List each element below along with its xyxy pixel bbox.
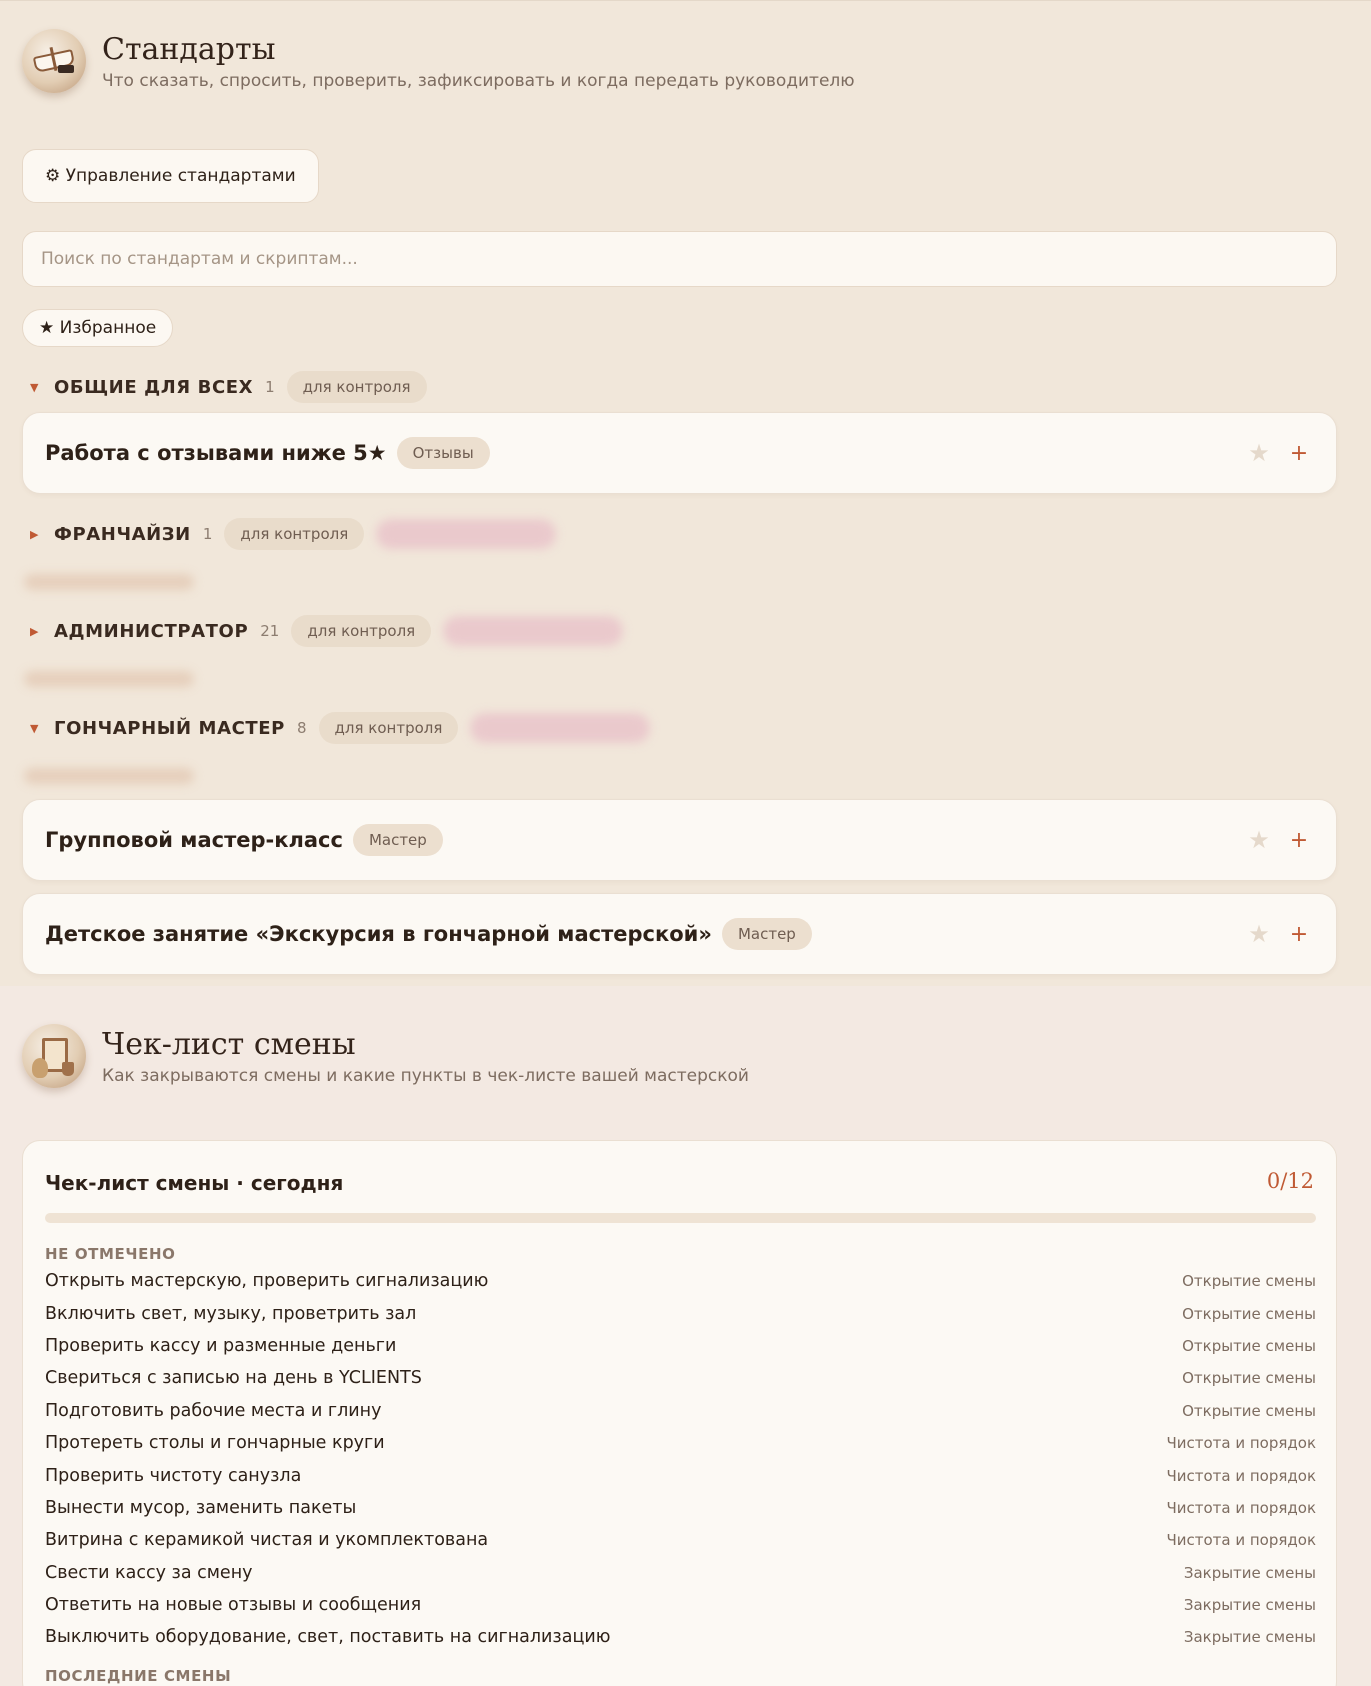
checklist-item[interactable]: Протереть столы и гончарные круги Чистота… [45,1427,1316,1459]
blurred-text [24,671,194,687]
standard-card[interactable]: Работа с отзывами ниже 5★ Отзывы ★ + [22,412,1337,494]
caret-right-icon: ▶ [30,624,39,638]
checklist-items: Открыть мастерскую, проверить сигнализац… [45,1265,1316,1654]
checklist-item-category: Чистота и порядок [1166,1434,1316,1453]
card-tag: Мастер [352,824,443,856]
standards-section: Стандарты Что сказать, спросить, провери… [0,0,1371,986]
group-count: 8 [296,719,307,737]
card-title: Работа с отзывами ниже 5★ [45,441,387,465]
add-icon[interactable]: + [1284,828,1314,853]
checklist-item[interactable]: Подготовить рабочие места и глину Открыти… [45,1395,1316,1427]
checklist-item-text: Свести кассу за смену [45,1562,253,1583]
control-tag: для контроля [291,615,432,647]
add-icon[interactable]: + [1284,922,1314,947]
checklist-item-category: Закрытие смены [1183,1563,1316,1582]
card-title: Детское занятие «Экскурсия в гончарной м… [45,922,712,946]
group-header-common[interactable]: ▼ ОБЩИЕ ДЛЯ ВСЕХ 1 для контроля [22,370,427,404]
blurred-text [24,574,194,590]
checklist-item-category: Чистота и порядок [1166,1498,1316,1517]
checklist-item-category: Чистота и порядок [1166,1466,1316,1485]
checklist-item[interactable]: Выключить оборудование, свет, поставить … [45,1621,1316,1653]
blurred-badge [470,713,651,743]
checklist-item[interactable]: Включить свет, музыку, проветрить зал Отк… [45,1297,1316,1329]
control-tag: для контроля [224,518,365,550]
standard-card[interactable]: Детское занятие «Экскурсия в гончарной м… [22,893,1337,975]
checklist-item-category: Открытие смены [1182,1401,1316,1420]
checklist-item[interactable]: Вынести мусор, заменить пакеты Чистота и … [45,1492,1316,1524]
group-name: ОБЩИЕ ДЛЯ ВСЕХ [54,376,254,398]
checklist-item-text: Вынести мусор, заменить пакеты [45,1497,357,1518]
checklist-item-text: Витрина с керамикой чистая и укомплектов… [45,1530,489,1551]
section-subtitle: Как закрываются смены и какие пункты в ч… [102,1066,749,1086]
group-name: ГОНЧАРНЫЙ МАСТЕР [54,717,285,739]
group-header-franchise[interactable]: ▶ ФРАНЧАЙЗИ 1 для контроля [22,517,557,551]
checklist-item-category: Открытие смены [1182,1369,1316,1388]
recent-shifts-label: ПОСЛЕДНИЕ СМЕНЫ [45,1667,232,1685]
caret-right-icon: ▶ [30,527,39,541]
checklist-item-text: Протереть столы и гончарные круги [45,1433,385,1454]
group-count: 1 [265,378,275,396]
card-tag: Мастер [721,918,812,950]
standard-card[interactable]: Групповой мастер-класс Мастер ★ + [22,799,1337,881]
control-tag: для контроля [318,712,459,744]
checklist-item[interactable]: Ответить на новые отзывы и сообщения Закр… [45,1589,1316,1621]
manage-standards-button[interactable]: ⚙ Управление стандартами [22,149,319,203]
checklist-progress-count: 0/12 [1266,1169,1314,1193]
group-header-pottery-master[interactable]: ▼ ГОНЧАРНЫЙ МАСТЕР 8 для контроля [22,711,651,745]
blurred-badge [376,519,557,549]
checklist-item[interactable]: Витрина с керамикой чистая и укомплектов… [45,1524,1316,1556]
checklist-item-category: Открытие смены [1182,1272,1316,1291]
group-count: 1 [202,525,213,543]
checklist-item-text: Проверить чистоту санузла [45,1465,302,1486]
group-count: 21 [260,622,280,640]
checklist-item[interactable]: Свести кассу за смену Закрытие смены [45,1557,1316,1589]
blurred-badge [443,616,624,646]
checklist-item-text: Свериться с записью на день в YCLIENTS [45,1368,422,1389]
favorites-button[interactable]: ★ Избранное [22,309,174,347]
checklist-item-text: Открыть мастерскую, проверить сигнализац… [45,1271,489,1292]
caret-down-icon: ▼ [30,380,39,394]
favorite-star-icon[interactable]: ★ [1244,826,1274,854]
checklist-frame-icon [22,1024,86,1088]
page-title: Стандарты [102,32,276,67]
page-subtitle: Что сказать, спросить, проверить, зафикс… [102,71,855,91]
card-tag: Отзывы [396,437,490,469]
page: Стандарты Что сказать, спросить, провери… [0,0,1371,1686]
section-title: Чек-лист смены [102,1027,356,1062]
checklist-item[interactable]: Свериться с записью на день в YCLIENTS От… [45,1362,1316,1394]
standards-book-icon [22,29,86,93]
checklist-title: Чек-лист смены · сегодня [45,1171,344,1195]
checklist-item-text: Включить свет, музыку, проветрить зал [45,1303,417,1324]
favorite-star-icon[interactable]: ★ [1244,439,1274,467]
search-input[interactable] [22,231,1337,287]
standards-header: Стандарты Что сказать, спросить, провери… [22,29,855,93]
checklist-item-category: Открытие смены [1182,1336,1316,1355]
checklist-item-category: Закрытие смены [1183,1628,1316,1647]
unchecked-section-label: НЕ ОТМЕЧЕНО [45,1245,176,1263]
checklist-item-text: Подготовить рабочие места и глину [45,1400,382,1421]
checklist-item[interactable]: Проверить кассу и разменные деньги Открыт… [45,1330,1316,1362]
checklist-item-category: Открытие смены [1182,1304,1316,1323]
favorite-star-icon[interactable]: ★ [1244,920,1274,948]
control-tag: для контроля [286,371,427,403]
checklist-item-category: Чистота и порядок [1166,1531,1316,1550]
group-name: АДМИНИСТРАТОР [54,620,249,642]
checklist-item-text: Ответить на новые отзывы и сообщения [45,1595,422,1616]
checklist-item[interactable]: Проверить чистоту санузла Чистота и поряд… [45,1459,1316,1491]
caret-down-icon: ▼ [30,721,39,735]
checklist-item-category: Закрытие смены [1183,1596,1316,1615]
add-icon[interactable]: + [1284,441,1314,466]
checklist-card: Чек-лист смены · сегодня 0/12 НЕ ОТМЕЧЕН… [22,1140,1337,1686]
checklist-header: Чек-лист смены Как закрываются смены и к… [22,1024,749,1088]
group-name: ФРАНЧАЙЗИ [54,523,191,545]
card-title: Групповой мастер-класс [45,828,343,852]
group-header-admin[interactable]: ▶ АДМИНИСТРАТОР 21 для контроля [22,614,624,648]
blurred-text [24,768,194,784]
checklist-item[interactable]: Открыть мастерскую, проверить сигнализац… [45,1265,1316,1297]
checklist-item-text: Проверить кассу и разменные деньги [45,1335,397,1356]
checklist-progress-bar [45,1213,1316,1223]
checklist-item-text: Выключить оборудование, свет, поставить … [45,1627,611,1648]
